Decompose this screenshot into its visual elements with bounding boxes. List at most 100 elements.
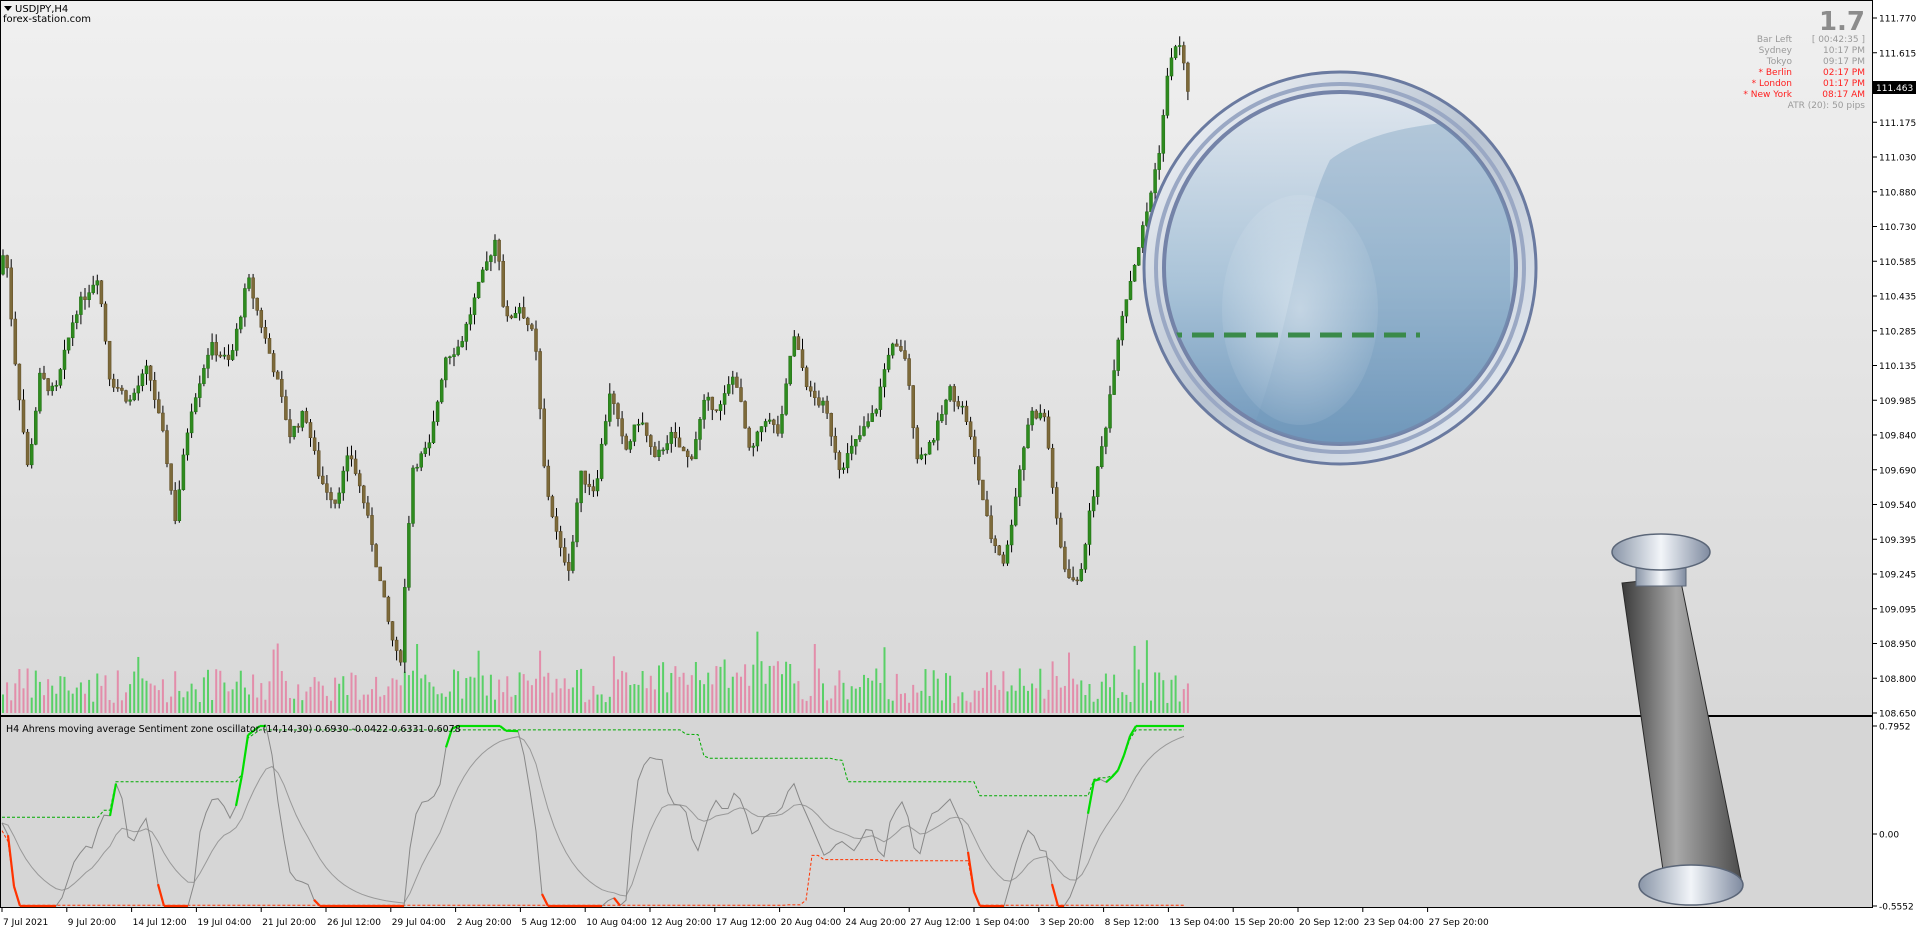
candle-body [223, 355, 226, 356]
candle-body [1076, 580, 1079, 581]
candle-body [629, 441, 632, 449]
candle-body [932, 440, 935, 442]
candle-body [1154, 170, 1157, 193]
candle-body [707, 397, 710, 400]
candle-body [436, 402, 439, 422]
candle-body [899, 346, 902, 350]
candle-body [670, 432, 673, 443]
candle-body [1051, 448, 1054, 487]
candle-body [576, 503, 579, 542]
candle-body [55, 385, 58, 386]
candle-body [432, 422, 435, 443]
price-tick-label: 110.435 [1879, 293, 1916, 303]
price-tick-label: 108.950 [1879, 640, 1916, 650]
candle-body [145, 366, 148, 374]
candle-body [957, 401, 960, 406]
candle-body [1006, 545, 1009, 563]
candle-body [735, 377, 738, 388]
candle-body [867, 422, 870, 427]
candle-body [588, 484, 591, 486]
candle-body [448, 357, 451, 358]
candle-body [674, 432, 677, 438]
candle-body [580, 471, 583, 503]
price-tick-label: 109.245 [1879, 571, 1916, 581]
candle-body [727, 384, 730, 393]
candle-body [133, 393, 136, 400]
candle-body [789, 356, 792, 384]
candle-body [703, 400, 706, 419]
candle-body [1022, 448, 1025, 470]
candle-body [912, 386, 915, 428]
candle-body [514, 313, 517, 318]
candle-body [284, 397, 287, 420]
candle-body [67, 338, 70, 350]
price-tick-label: 111.615 [1879, 49, 1916, 59]
session-label: Bar Left [1757, 35, 1793, 45]
candle-body [908, 359, 911, 386]
candle-body [1072, 578, 1075, 580]
candle-body [453, 355, 456, 357]
candle-body [1039, 413, 1042, 418]
price-tick-label: 111.175 [1879, 119, 1916, 129]
candle-body [268, 338, 271, 353]
candle-body [104, 304, 107, 341]
time-tick-label: 19 Jul 04:00 [197, 918, 251, 928]
candle-body [399, 651, 402, 663]
price-tick-label: 110.730 [1879, 223, 1916, 233]
candle-body [256, 298, 259, 310]
candle-body [84, 297, 87, 300]
candle-body [801, 350, 804, 368]
candle-body [1043, 413, 1046, 417]
candle-body [510, 316, 513, 318]
candle-body [440, 380, 443, 402]
candle-body [248, 278, 251, 289]
candle-body [338, 493, 341, 504]
spread-value: 1.7 [1819, 7, 1865, 37]
candle-body [379, 567, 382, 581]
price-tick-label: 108.800 [1879, 675, 1916, 685]
candle-body [723, 393, 726, 404]
price-pane-bg [0, 0, 1873, 716]
candle-body [198, 384, 201, 398]
candle-body [47, 379, 50, 391]
candle-body [461, 341, 464, 346]
candle-body [137, 386, 140, 393]
candle-body [1027, 425, 1030, 448]
candle-body [1035, 411, 1038, 418]
candle-body [235, 329, 238, 350]
candle-body [108, 341, 111, 379]
candle-body [260, 310, 263, 327]
candle-body [953, 386, 956, 401]
session-label: * London [1752, 79, 1792, 89]
candle-body [973, 437, 976, 457]
candle-body [1059, 518, 1062, 547]
candle-body [1014, 497, 1017, 525]
chart-canvas[interactable]: 111.770111.615111.325111.175111.030110.8… [0, 0, 1916, 933]
candle-body [34, 411, 37, 444]
candle-body [682, 447, 685, 451]
candle-body [215, 342, 218, 355]
candle-body [1182, 45, 1185, 63]
candle-body [649, 436, 652, 447]
candle-body [1010, 525, 1013, 545]
candle-body [1174, 47, 1177, 58]
candle-body [522, 307, 525, 318]
candle-body [797, 337, 800, 350]
candle-body [1158, 153, 1161, 169]
candle-body [96, 281, 99, 285]
candle-body [395, 640, 398, 650]
source-watermark: forex-station.com [3, 14, 91, 25]
time-tick-label: 20 Aug 04:00 [781, 918, 842, 928]
candle-body [838, 452, 841, 469]
candle-body [740, 388, 743, 402]
candle-body [252, 278, 255, 298]
candle-body [645, 423, 648, 436]
candle-body [1104, 428, 1107, 446]
candle-body [305, 411, 308, 422]
candle-body [309, 422, 312, 437]
candle-body [79, 297, 82, 315]
candle-body [2, 256, 5, 275]
candle-body [637, 424, 640, 425]
candle-body [863, 426, 866, 435]
candle-body [354, 459, 357, 474]
